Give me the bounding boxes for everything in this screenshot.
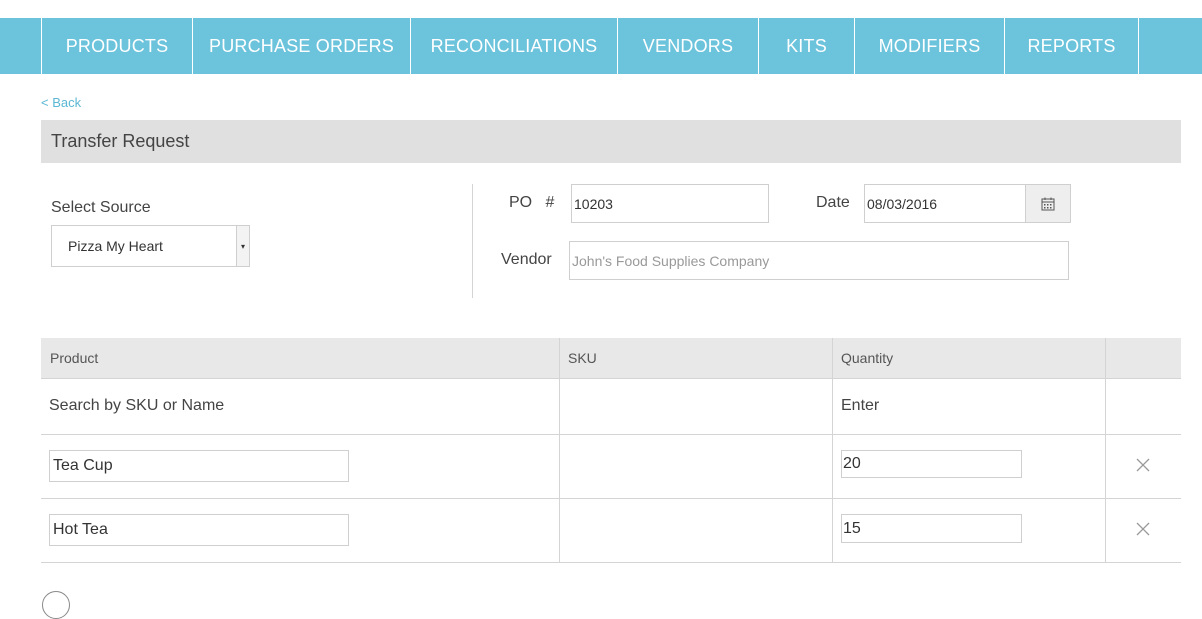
search-row: Search by SKU or Name Enter xyxy=(41,379,1181,435)
po-label: PO # xyxy=(509,194,555,211)
nav-item-products[interactable]: PRODUCTS xyxy=(41,18,192,74)
column-divider xyxy=(832,338,833,563)
form-divider xyxy=(472,184,473,298)
back-link[interactable]: < Back xyxy=(41,95,81,110)
page-title: Transfer Request xyxy=(51,131,190,151)
column-header-sku: SKU xyxy=(568,350,597,366)
calendar-button[interactable] xyxy=(1025,184,1071,223)
nav-item-modifiers[interactable]: MODIFIERS xyxy=(854,18,1004,74)
add-row-button[interactable] xyxy=(42,591,70,619)
date-label: Date xyxy=(816,194,850,211)
nav-item-reports[interactable]: REPORTS xyxy=(1004,18,1139,74)
chevron-down-icon[interactable]: ▾ xyxy=(236,226,249,266)
main-nav: PRODUCTS PURCHASE ORDERS RECONCILIATIONS… xyxy=(41,18,1139,74)
po-number-input[interactable] xyxy=(571,184,769,223)
date-input[interactable] xyxy=(864,184,1026,223)
nav-item-vendors[interactable]: VENDORS xyxy=(617,18,758,74)
nav-item-purchase-orders[interactable]: PURCHASE ORDERS xyxy=(192,18,410,74)
vendor-input[interactable] xyxy=(569,241,1069,280)
nav-item-kits[interactable]: KITS xyxy=(758,18,854,74)
section-header: Transfer Request xyxy=(41,120,1181,163)
nav-item-reconciliations[interactable]: RECONCILIATIONS xyxy=(410,18,617,74)
column-header-quantity: Quantity xyxy=(841,350,894,366)
select-source-label: Select Source xyxy=(51,199,151,216)
close-icon[interactable] xyxy=(1135,457,1151,473)
table-row xyxy=(41,435,1181,499)
close-icon[interactable] xyxy=(1135,521,1151,537)
vendor-label: Vendor xyxy=(501,251,552,268)
product-input[interactable] xyxy=(49,450,349,482)
column-divider xyxy=(559,338,560,563)
product-search-hint[interactable]: Search by SKU or Name xyxy=(49,397,224,415)
source-select[interactable]: Pizza My Heart ▾ xyxy=(51,225,250,267)
table-row xyxy=(41,499,1181,563)
column-divider xyxy=(1105,338,1106,563)
column-header-product: Product xyxy=(50,350,99,366)
quantity-input[interactable] xyxy=(841,450,1022,478)
quantity-enter-hint[interactable]: Enter xyxy=(841,397,879,415)
top-nav-bar: PRODUCTS PURCHASE ORDERS RECONCILIATIONS… xyxy=(0,18,1202,74)
product-input[interactable] xyxy=(49,514,349,546)
calendar-icon xyxy=(1041,197,1055,210)
source-select-value: Pizza My Heart xyxy=(68,238,163,254)
quantity-input[interactable] xyxy=(841,514,1022,543)
table-header: Product SKU Quantity xyxy=(41,338,1181,379)
